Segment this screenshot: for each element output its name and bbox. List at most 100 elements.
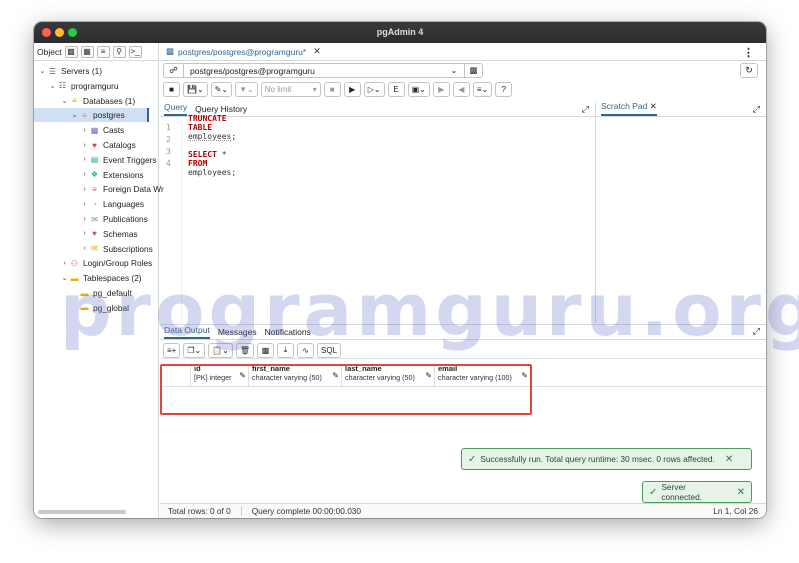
table-icon[interactable]: ▦ (80, 45, 94, 58)
tree-item[interactable]: › ❖ Extensions (80, 168, 143, 182)
extensions-icon: ❖ (90, 170, 99, 180)
tab-label: postgres/postgres@programguru* (178, 46, 307, 57)
chevron-right-icon[interactable]: › (80, 156, 89, 163)
tree-item[interactable]: ▬ pg_global (70, 301, 130, 315)
tree-item[interactable]: › ▤ Event Triggers (80, 153, 157, 167)
line-number: 4 (166, 158, 171, 168)
connected-message: Server connected. (661, 482, 702, 502)
tree-item[interactable]: › ⚇ Login/Group Roles (60, 256, 152, 270)
code-text: TRUNCATE TABLE employees; (188, 113, 237, 141)
tree-item[interactable]: › ♥ Catalogs (80, 138, 135, 152)
sql-button[interactable]: SQL (317, 342, 342, 358)
tab-scratch-pad[interactable]: Scratch Pad ✕ (601, 101, 657, 116)
close-tab-icon[interactable]: ✕ (313, 46, 321, 57)
query-tool-area: ▩ postgres/postgres@programguru* ✕ ⋮ ☍ p… (160, 43, 766, 518)
chevron-right-icon[interactable]: › (80, 230, 89, 237)
tab-messages[interactable]: Messages (218, 327, 257, 339)
terminal-icon[interactable]: >_ (128, 45, 142, 58)
highlight-box (160, 364, 532, 415)
filter-icon[interactable]: ▼⌄ (235, 82, 258, 97)
chevron-right-icon[interactable]: › (80, 216, 89, 223)
database-icon[interactable]: ▩ (64, 45, 78, 58)
line-gutter (160, 119, 182, 323)
server-group-icon: ☰ (48, 66, 57, 76)
folder-icon: ▬ (80, 288, 89, 298)
tree-item[interactable]: › ♥ Schemas (80, 227, 137, 241)
search-icon[interactable]: ⚲ (112, 45, 126, 58)
limit-value: No limit (264, 85, 292, 94)
languages-icon: ◔ (92, 199, 97, 209)
chevron-right-icon[interactable]: › (80, 127, 89, 134)
tree-item[interactable]: ▬ pg_default (70, 286, 132, 300)
graph-icon[interactable]: ∿ (297, 342, 315, 358)
add-row-icon[interactable]: ≡+ (163, 342, 181, 358)
open-file-icon[interactable]: ■ (163, 82, 180, 97)
divider (240, 506, 242, 516)
tablespaces-icon: ▬ (70, 273, 79, 283)
close-toast-icon[interactable]: ✕ (725, 454, 733, 465)
tab-query[interactable]: Query (164, 102, 188, 116)
copy-icon[interactable]: ❐⌄ (183, 342, 206, 358)
tab-query-tool[interactable]: ▩ postgres/postgres@programguru* ✕ (166, 46, 321, 57)
expand-icon[interactable]: ⤢ (753, 104, 760, 115)
line-number: 2 (166, 134, 171, 144)
tree-item[interactable]: › ◔ Languages (80, 197, 144, 211)
edit-icon[interactable]: ✎⌄ (210, 82, 233, 97)
chevron-down-icon[interactable]: ⌄ (60, 274, 69, 282)
tree-item[interactable]: ⌄ ≡ Databases (1) (60, 94, 136, 108)
chevron-right-icon[interactable]: › (80, 245, 89, 252)
chevron-right-icon[interactable]: › (80, 201, 89, 208)
connected-toast: ✓ Server connected. ✕ (642, 481, 752, 503)
execute-script-icon[interactable]: ▷⌄ (363, 82, 385, 97)
casts-icon: ▦ (90, 125, 99, 135)
tree-item[interactable]: › ✉ Subscriptions (80, 242, 152, 256)
save-file-icon[interactable]: 💾⌄ (183, 82, 208, 97)
limit-select[interactable]: No limit ▾ (260, 82, 321, 97)
chevron-down-icon[interactable]: ⌄ (38, 67, 47, 75)
tree-item[interactable]: ⌄ ☷ programguru (48, 79, 119, 93)
window-title: pgAdmin 4 (376, 27, 424, 37)
tree-item[interactable]: ⌄ ☰ Servers (1) (38, 64, 102, 78)
tab-data-output[interactable]: Data Output (164, 325, 210, 339)
stop-icon[interactable]: ■ (323, 82, 341, 97)
download-icon[interactable]: ⤓ (277, 342, 295, 358)
tree-item[interactable]: › ≡ Foreign Data Wr (80, 182, 163, 196)
chevron-right-icon[interactable]: › (80, 171, 89, 178)
chevron-right-icon[interactable]: › (80, 186, 89, 193)
chevron-down-icon[interactable]: ⌄ (60, 97, 69, 105)
expand-icon[interactable]: ⤢ (753, 326, 760, 337)
commit-icon[interactable]: ▶ (432, 82, 450, 97)
object-explorer-label: Object (37, 46, 62, 57)
more-options-icon[interactable]: ⋮ (743, 46, 754, 59)
rollback-icon[interactable]: ◀ (452, 82, 470, 97)
tree-item[interactable]: ⌄ ▬ Tablespaces (2) (60, 271, 142, 285)
catalogs-icon: ♥ (92, 140, 97, 150)
close-toast-icon[interactable]: ✕ (737, 487, 745, 498)
view-icon[interactable]: ≡ (96, 45, 110, 58)
chevron-right-icon[interactable]: › (80, 142, 89, 149)
chevron-down-icon[interactable]: ⌄ (70, 111, 79, 119)
paste-icon[interactable]: 📋⌄ (208, 342, 233, 358)
query-status: Query complete 00:00:00.030 (251, 506, 362, 516)
expand-icon[interactable]: ⤢ (582, 104, 589, 115)
chevron-right-icon[interactable]: › (60, 260, 69, 267)
tree-item-label: Event Triggers (103, 154, 157, 165)
connection-select[interactable]: ☍ postgres/postgres@programguru ⌄ ▩ (163, 63, 483, 78)
delete-icon[interactable]: 🗑 (235, 342, 255, 358)
explain-analyze-icon[interactable]: ▣⌄ (407, 82, 430, 97)
explain-icon[interactable]: E (387, 82, 405, 97)
roles-icon: ⚇ (70, 258, 79, 268)
tree-item[interactable]: › ✉ Publications (80, 212, 147, 226)
execute-icon[interactable]: ▶ (343, 82, 361, 97)
sql-editor[interactable]: 1 TRUNCATE TABLE employees; 2 3 4 SELECT… (160, 114, 595, 323)
help-icon[interactable]: ? (495, 82, 513, 97)
tree-item[interactable]: ⌄ ≡ postgres (34, 108, 149, 123)
reset-layout-icon[interactable]: ↻ (740, 63, 758, 78)
tab-notifications[interactable]: Notifications (265, 327, 311, 339)
new-connection-icon[interactable]: ▩ (464, 64, 482, 77)
tree-item[interactable]: › ▦ Casts (80, 123, 124, 137)
horizontal-scrollbar[interactable] (38, 510, 126, 514)
macros-icon[interactable]: ≡⌄ (472, 82, 493, 97)
chevron-down-icon[interactable]: ⌄ (48, 82, 57, 90)
save-data-icon[interactable]: ▩ (257, 342, 275, 358)
